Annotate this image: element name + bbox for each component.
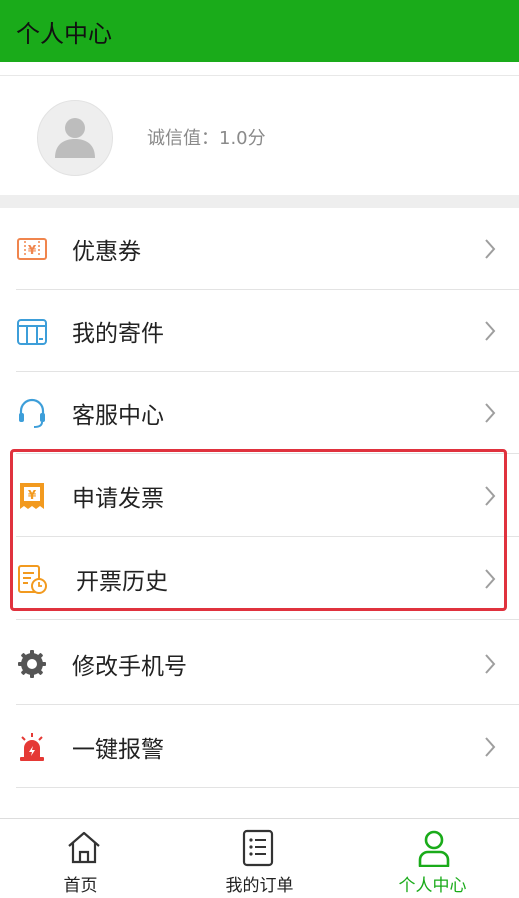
menu-item-label: 修改手机号: [72, 654, 187, 680]
home-icon: [68, 831, 100, 864]
menu-item-label: 一键报警: [72, 737, 164, 763]
divider: [16, 619, 519, 620]
menu-item-label: 开票历史: [76, 569, 168, 595]
menu-item-label: 我的寄件: [72, 321, 164, 347]
divider: [16, 787, 519, 788]
credit-score: 诚信值：1.0分: [147, 128, 266, 149]
chevron-right-icon: [485, 403, 496, 423]
menu-item-my-shipments[interactable]: 我的寄件: [0, 290, 519, 372]
bottom-tab-bar: 首页 我的订单 个人中心: [0, 818, 519, 898]
menu-item-invoice-history[interactable]: 开票历史: [0, 538, 519, 620]
svg-text:¥: ¥: [28, 488, 37, 502]
menu-item-label: 申请发票: [72, 486, 164, 512]
page-title: 个人中心: [16, 20, 112, 48]
divider: [16, 453, 519, 454]
menu-item-coupon[interactable]: ¥ 优惠券: [0, 208, 519, 290]
chevron-right-icon: [485, 569, 496, 589]
divider: [16, 536, 519, 537]
chevron-right-icon: [485, 239, 496, 259]
avatar[interactable]: [37, 100, 113, 176]
alarm-icon: [20, 733, 44, 761]
tab-personal-center[interactable]: 个人中心: [346, 819, 519, 898]
tab-label: 个人中心: [398, 876, 467, 896]
divider: [16, 704, 519, 705]
svg-text:¥: ¥: [28, 243, 37, 257]
order-list-icon: [242, 829, 274, 867]
person-icon: [418, 830, 450, 867]
profile-card: 诚信值：1.0分: [0, 75, 519, 196]
tab-my-orders[interactable]: 我的订单: [173, 819, 346, 898]
tab-label: 首页: [63, 876, 98, 896]
menu-item-label: 优惠券: [72, 239, 141, 265]
package-icon: [17, 319, 47, 345]
chevron-right-icon: [485, 737, 496, 757]
menu-item-customer-service[interactable]: 客服中心: [0, 372, 519, 454]
invoice-history-icon: [18, 565, 47, 594]
user-silhouette-icon: [55, 118, 95, 158]
invoice-icon: ¥: [20, 483, 44, 509]
menu-item-emergency-alarm[interactable]: 一键报警: [0, 706, 519, 788]
tab-home[interactable]: 首页: [0, 819, 173, 898]
menu-item-change-phone[interactable]: 修改手机号: [0, 623, 519, 705]
coupon-icon: ¥: [17, 238, 47, 260]
chevron-right-icon: [485, 321, 496, 341]
chevron-right-icon: [485, 654, 496, 674]
tab-label: 我的订单: [225, 876, 294, 896]
chevron-right-icon: [485, 486, 496, 506]
menu-item-apply-invoice[interactable]: ¥ 申请发票: [0, 455, 519, 537]
headset-icon: [19, 398, 45, 428]
menu-item-label: 客服中心: [72, 403, 164, 429]
section-divider: [0, 195, 519, 208]
gear-icon: [18, 650, 46, 678]
app-header: 个人中心: [0, 0, 519, 62]
